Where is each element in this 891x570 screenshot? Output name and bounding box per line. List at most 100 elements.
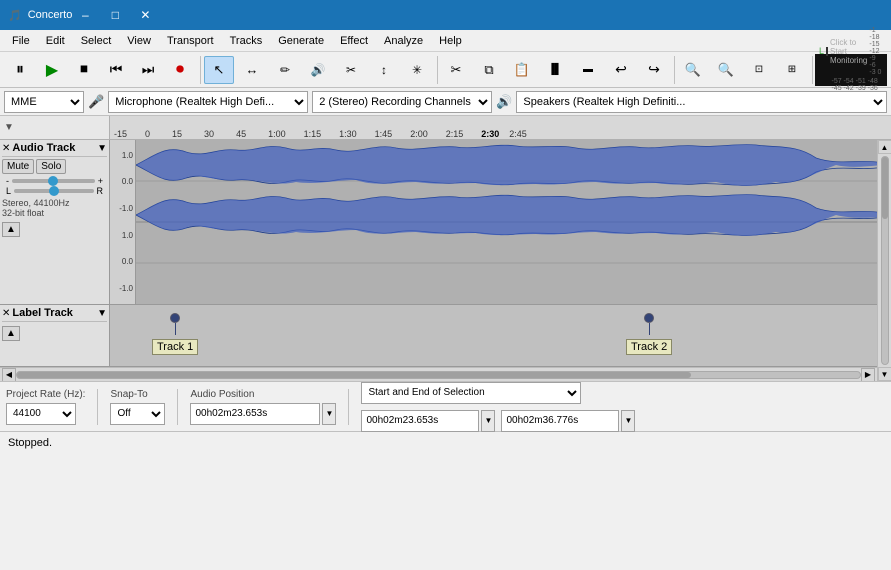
gain-max: + (98, 176, 103, 186)
label-track-close[interactable]: ✕ (2, 308, 10, 319)
envelope-tool[interactable]: ↔ (237, 56, 267, 84)
ruler-mark: 15 (172, 129, 182, 139)
selection-mode-select[interactable]: Start and End of Selection (361, 382, 581, 404)
vertical-scrollbar[interactable]: ▲ ▼ (877, 140, 891, 381)
menu-tracks[interactable]: Tracks (222, 30, 271, 52)
audio-track-arrow[interactable]: ▼ (97, 143, 107, 154)
ruler-down-icon: ▼ (4, 122, 14, 133)
label-track-arrow[interactable]: ▼ (97, 308, 107, 319)
ch2-fill (136, 195, 877, 236)
record-button[interactable]: ⏺ (165, 56, 195, 84)
scroll-left-button[interactable]: ◀ (2, 368, 16, 382)
silence-button[interactable]: ▬ (573, 56, 603, 84)
audio-pos-down[interactable]: ▼ (322, 403, 336, 425)
paste-button[interactable]: 📋 (507, 56, 537, 84)
label-track-area[interactable]: Track 1 Track 2 (110, 305, 877, 366)
h-scrollbar-track[interactable] (16, 371, 861, 379)
rewind-button[interactable]: ⏮ (101, 56, 131, 84)
close-button[interactable]: ✕ (132, 5, 158, 25)
vu-row-l: L Click to Start Monitoring -1 -18 -15 -… (819, 27, 883, 76)
menu-bar: File Edit Select View Transport Tracks G… (0, 30, 891, 52)
menu-generate[interactable]: Generate (270, 30, 332, 52)
title-bar: 🎵 Concerto – □ ✕ (0, 0, 891, 30)
sel-start-down[interactable]: ▼ (481, 410, 495, 432)
pause-button[interactable]: ⏸ (5, 56, 35, 84)
audio-track-waveform[interactable]: 1.0 0.0 -1.0 1.0 0.0 -1.0 (110, 140, 877, 304)
gain-slider[interactable] (12, 179, 95, 183)
channels-select[interactable]: 2 (Stereo) Recording Channels (312, 91, 492, 113)
snap-to-label: Snap-To (110, 389, 165, 400)
bottom-toolbar: Project Rate (Hz): 44100 Snap-To Off Aud… (0, 381, 891, 431)
undo-button[interactable]: ↩ (606, 56, 636, 84)
device-toolbar: MME 🎤 Microphone (Realtek High Defi... 2… (0, 88, 891, 116)
solo-button[interactable]: Solo (36, 159, 66, 174)
audio-pos-input[interactable] (190, 403, 320, 425)
audio-host-select[interactable]: MME (4, 91, 84, 113)
menu-select[interactable]: Select (73, 30, 120, 52)
menu-help[interactable]: Help (431, 30, 470, 52)
redo-button[interactable]: ↪ (639, 56, 669, 84)
waveform-display (136, 140, 877, 304)
maximize-button[interactable]: □ (102, 5, 128, 25)
timeshift-tool[interactable]: ✂ (336, 56, 366, 84)
window-controls: – □ ✕ (72, 5, 158, 25)
spectrogram-tool[interactable]: ✳ (402, 56, 432, 84)
ruler-marks: -15 0 15 30 45 1:00 1:15 1:30 1:45 2:00 … (110, 116, 545, 139)
track2-label[interactable]: Track 2 (626, 339, 672, 355)
ruler-mark-current: 2:30 (481, 129, 499, 139)
gain-min: - (6, 176, 9, 186)
menu-file[interactable]: File (4, 30, 38, 52)
output-device-select[interactable]: Speakers (Realtek High Definiti... (516, 91, 887, 113)
zoom-in-button[interactable]: 🔍 (678, 56, 708, 84)
menu-effect[interactable]: Effect (332, 30, 376, 52)
project-rate-select[interactable]: 44100 (6, 403, 76, 425)
audio-track-close[interactable]: ✕ (2, 143, 10, 154)
zoom-sel-button[interactable]: ⊡ (744, 56, 774, 84)
scroll-up-button[interactable]: ▲ (878, 140, 891, 154)
collapse-button[interactable]: ▲ (2, 222, 20, 237)
selection-inputs-row: ▼ ▼ (361, 410, 635, 432)
stop-button[interactable]: ⏹ (69, 56, 99, 84)
multi-tool[interactable]: ↕ (369, 56, 399, 84)
menu-analyze[interactable]: Analyze (376, 30, 431, 52)
label-collapse-button[interactable]: ▲ (2, 326, 20, 341)
label-track-row: ✕ Label Track ▼ ▲ Track 1 (0, 305, 877, 367)
minimize-button[interactable]: – (72, 5, 98, 25)
select-tool[interactable]: ↖ (204, 56, 234, 84)
snap-to-select[interactable]: Off (110, 403, 165, 425)
horizontal-scrollbar[interactable]: ◀ ▶ (0, 367, 877, 381)
audio-track-name: Audio Track (12, 142, 95, 154)
track1-label[interactable]: Track 1 (152, 339, 198, 355)
draw-tool[interactable]: ✏ (270, 56, 300, 84)
scroll-down-button[interactable]: ▼ (878, 367, 891, 381)
copy-button[interactable]: ⧉ (474, 56, 504, 84)
vu-click-label[interactable]: Click to Start Monitoring (830, 38, 867, 65)
sel-end-down[interactable]: ▼ (621, 410, 635, 432)
input-device-select[interactable]: Microphone (Realtek High Defi... (108, 91, 308, 113)
fastforward-button[interactable]: ⏭ (133, 56, 163, 84)
zoom-out-button[interactable]: 🔍 (711, 56, 741, 84)
menu-edit[interactable]: Edit (38, 30, 73, 52)
cut-button[interactable]: ✂ (441, 56, 471, 84)
menu-view[interactable]: View (119, 30, 159, 52)
v-scrollbar-thumb[interactable] (882, 157, 888, 219)
separator-2 (177, 389, 178, 425)
h-scrollbar-thumb[interactable] (17, 372, 691, 378)
v-scrollbar-track[interactable] (881, 156, 889, 365)
pin2-circle (644, 313, 654, 323)
zoom-section: 🔍 🔍 ⊡ ⊞ (677, 56, 813, 84)
scroll-right-button[interactable]: ▶ (861, 368, 875, 382)
menu-transport[interactable]: Transport (159, 30, 222, 52)
separator-3 (348, 389, 349, 425)
sel-start-input[interactable] (361, 410, 479, 432)
trim-button[interactable]: ▐▌ (540, 56, 570, 84)
pan-slider[interactable] (14, 189, 93, 193)
snap-to-group: Snap-To Off (110, 389, 165, 425)
audio-pos-row: ▼ (190, 403, 336, 425)
mute-button[interactable]: Mute (2, 159, 34, 174)
zoom-tool[interactable]: 🔊 (303, 56, 333, 84)
play-button[interactable]: ▶ (37, 56, 67, 84)
zoom-fit-button[interactable]: ⊞ (777, 56, 807, 84)
sel-end-input[interactable] (501, 410, 619, 432)
scale-bot-2: -1.0 (119, 284, 133, 293)
